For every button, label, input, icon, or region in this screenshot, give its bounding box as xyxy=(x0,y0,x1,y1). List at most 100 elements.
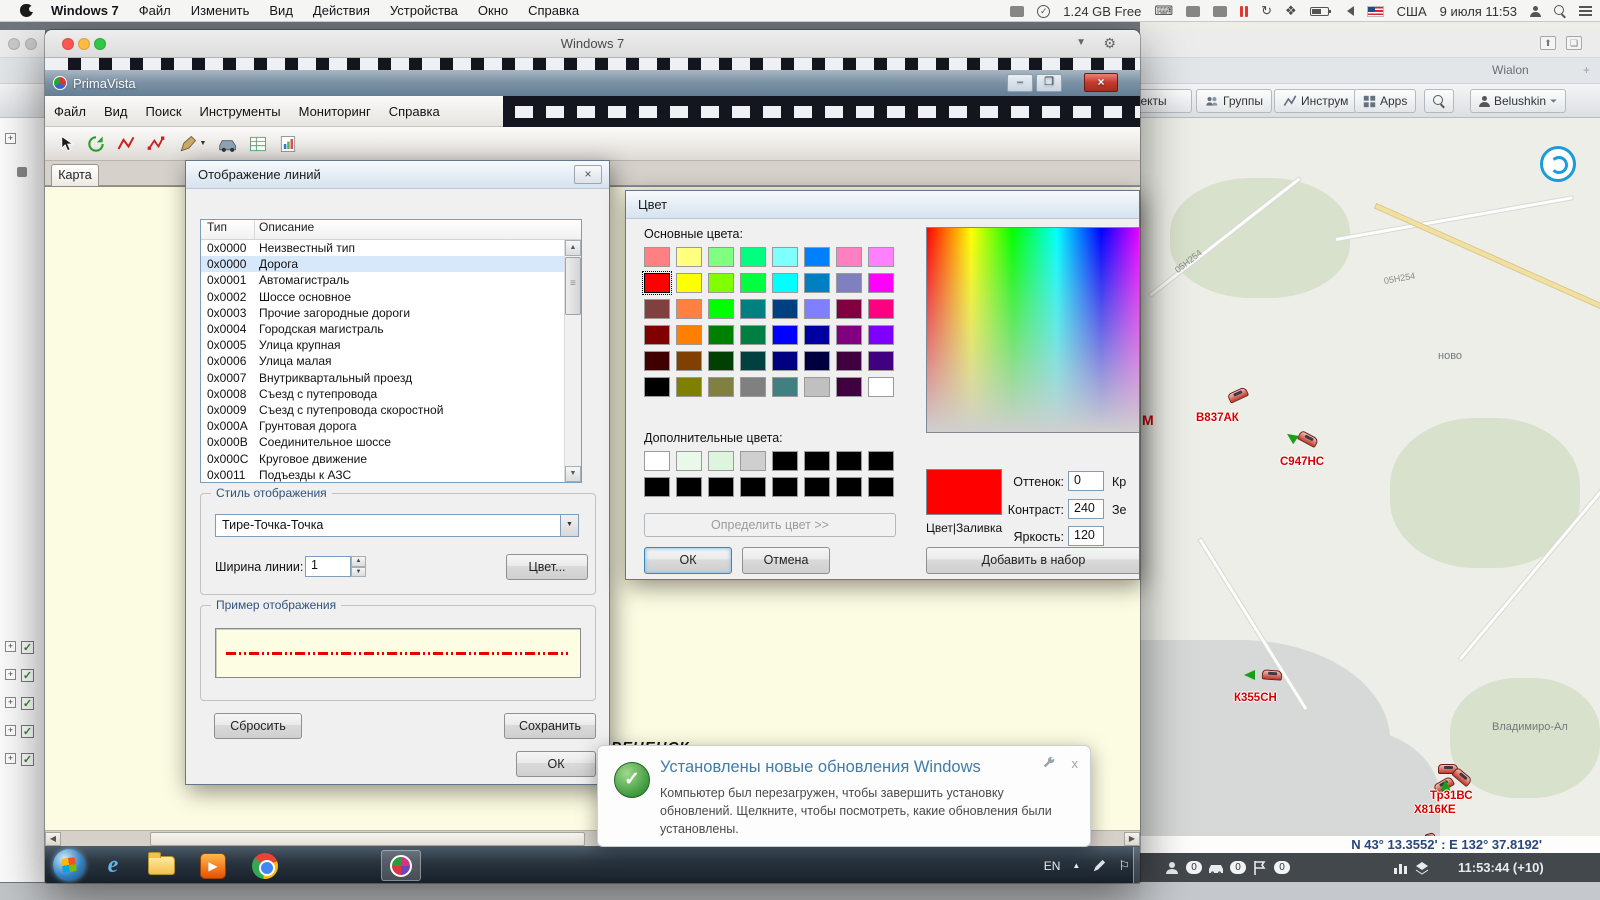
color-swatch[interactable] xyxy=(836,477,862,497)
color-swatch[interactable] xyxy=(644,299,670,319)
expand-icon[interactable]: + xyxy=(5,697,16,708)
color-ok-button[interactable]: ОК xyxy=(644,547,732,574)
color-swatch[interactable] xyxy=(644,247,670,267)
line-type-row[interactable]: 0x0005Улица крупная xyxy=(201,337,581,353)
color-swatch[interactable] xyxy=(676,299,702,319)
taskbar-media-player-icon[interactable]: ▶ xyxy=(193,850,233,881)
tablet-pen-icon[interactable] xyxy=(1092,859,1106,873)
color-swatch[interactable] xyxy=(804,273,830,293)
color-swatch[interactable] xyxy=(708,477,734,497)
scroll-right-arrow[interactable]: ▶ xyxy=(1124,832,1140,846)
line-types-list[interactable]: Тип Описание 0x0000Неизвестный тип0x0000… xyxy=(200,219,582,483)
toast-title[interactable]: Установлены новые обновления Windows xyxy=(660,758,981,777)
tray-expand-icon[interactable]: ▲ xyxy=(1072,861,1080,870)
pv-close-button[interactable]: × xyxy=(1084,73,1118,92)
hue-saturation-field[interactable] xyxy=(926,227,1140,433)
color-swatch[interactable] xyxy=(676,377,702,397)
line-type-row[interactable]: 0x0000Неизвестный тип xyxy=(201,240,581,256)
color-swatch[interactable] xyxy=(772,273,798,293)
color-swatch[interactable] xyxy=(644,351,670,371)
scrollbar-thumb[interactable] xyxy=(565,257,581,315)
update-toast[interactable]: ✓ Установлены новые обновления Windows x… xyxy=(597,745,1091,847)
color-swatch[interactable] xyxy=(772,351,798,371)
wialon-objects-button[interactable]: ъекты xyxy=(1140,89,1192,113)
ok-button[interactable]: ОК xyxy=(516,751,596,777)
wialon-apps-button[interactable]: Apps xyxy=(1354,89,1416,113)
color-swatch[interactable] xyxy=(740,477,766,497)
pv-maximize-button[interactable]: ❐ xyxy=(1036,74,1062,92)
menu-edit[interactable]: Изменить xyxy=(181,0,260,22)
color-dialog-titlebar[interactable]: Цвет xyxy=(626,191,1139,219)
expand-icon[interactable]: + xyxy=(5,641,16,652)
gear-icon[interactable]: ⚙ xyxy=(1103,35,1116,52)
pv-menu-tools[interactable]: Инструменты xyxy=(191,104,290,119)
expand-icon[interactable]: + xyxy=(5,753,16,764)
window-minimize-button[interactable] xyxy=(25,38,37,50)
wialon-user-button[interactable]: Belushkin ⏷ xyxy=(1470,89,1566,113)
color-swatch[interactable] xyxy=(708,325,734,345)
pv-menu-monitoring[interactable]: Мониторинг xyxy=(290,104,380,119)
color-swatch[interactable] xyxy=(868,351,894,371)
unit-label[interactable]: С947НС xyxy=(1280,456,1324,468)
color-swatch[interactable] xyxy=(836,377,862,397)
color-swatch[interactable] xyxy=(836,273,862,293)
color-swatch[interactable] xyxy=(804,377,830,397)
line-type-row[interactable]: 0x0001Автомагистраль xyxy=(201,272,581,288)
color-swatch[interactable] xyxy=(836,299,862,319)
line-type-row[interactable]: 0x0000Дорога xyxy=(201,256,581,272)
unit-marker-icon[interactable] xyxy=(1297,430,1319,448)
display-icon[interactable] xyxy=(1213,6,1227,17)
line-style-select[interactable]: Тире-Точка-Точка ▼ xyxy=(215,514,579,537)
color-swatch[interactable] xyxy=(836,325,862,345)
monitoring-list-item[interactable]: +✓ xyxy=(0,691,45,719)
unit-checkbox[interactable]: ✓ xyxy=(21,725,34,738)
menu-help[interactable]: Справка xyxy=(518,0,589,22)
color-cancel-button[interactable]: Отмена xyxy=(742,547,830,574)
color-swatch[interactable] xyxy=(804,247,830,267)
color-swatch[interactable] xyxy=(868,325,894,345)
color-swatch[interactable] xyxy=(740,299,766,319)
action-center-flag-icon[interactable]: ⚐ xyxy=(1118,858,1130,874)
chevron-down-icon[interactable]: ▼ xyxy=(200,140,207,147)
unit-checkbox[interactable]: ✓ xyxy=(21,641,34,654)
keyboard-icon[interactable]: ⌨ xyxy=(1154,3,1173,19)
line-width-input[interactable]: 1 xyxy=(305,556,351,577)
chevron-down-icon[interactable]: ▼ xyxy=(1076,37,1086,48)
line-type-row[interactable]: 0x0009Съезд с путепровода скоростной xyxy=(201,402,581,418)
start-button[interactable] xyxy=(53,849,85,881)
volume-icon[interactable] xyxy=(1342,6,1354,16)
monitoring-list-item[interactable]: +✓ xyxy=(0,635,45,663)
color-swatch[interactable] xyxy=(644,325,670,345)
scroll-up-arrow[interactable]: ▲ xyxy=(565,240,581,256)
new-tab-icon[interactable]: + xyxy=(1583,63,1590,77)
monitoring-list-item[interactable]: +✓ xyxy=(0,663,45,691)
refresh-map-icon[interactable] xyxy=(83,131,109,157)
color-swatch[interactable] xyxy=(804,325,830,345)
browser-tab-title[interactable]: Wialon xyxy=(1492,63,1529,77)
monitoring-list-item[interactable]: +✓ xyxy=(0,747,45,775)
scroll-left-arrow[interactable]: ◀ xyxy=(45,832,61,846)
color-swatch[interactable] xyxy=(740,247,766,267)
color-swatch[interactable] xyxy=(708,351,734,371)
sync-icon[interactable]: ↻ xyxy=(1261,3,1272,19)
vehicle-tool-icon[interactable] xyxy=(215,131,241,157)
taskbar-ie-icon[interactable]: e xyxy=(93,850,133,881)
color-swatch[interactable] xyxy=(644,377,670,397)
taskbar-primavista-icon[interactable] xyxy=(381,850,421,881)
unit-checkbox[interactable]: ✓ xyxy=(21,669,34,682)
wrench-icon[interactable] xyxy=(1042,756,1056,770)
menu-view[interactable]: Вид xyxy=(259,0,303,22)
share-icon[interactable]: ⬆ xyxy=(1540,36,1556,50)
scrollbar-thumb[interactable] xyxy=(150,832,585,846)
column-type[interactable]: Тип xyxy=(201,220,255,239)
expand-icon[interactable]: + xyxy=(5,133,16,144)
color-swatch[interactable] xyxy=(676,477,702,497)
color-swatch[interactable] xyxy=(708,377,734,397)
color-swatch[interactable] xyxy=(772,451,798,471)
color-swatch[interactable] xyxy=(772,247,798,267)
spin-down-icon[interactable]: ▼ xyxy=(351,567,366,578)
vm-window-titlebar[interactable]: Windows 7 ▼ ⚙ xyxy=(45,30,1140,58)
panel-icon[interactable] xyxy=(17,167,27,177)
chart-icon[interactable] xyxy=(1392,860,1408,876)
monitoring-list-item[interactable]: +✓ xyxy=(0,719,45,747)
